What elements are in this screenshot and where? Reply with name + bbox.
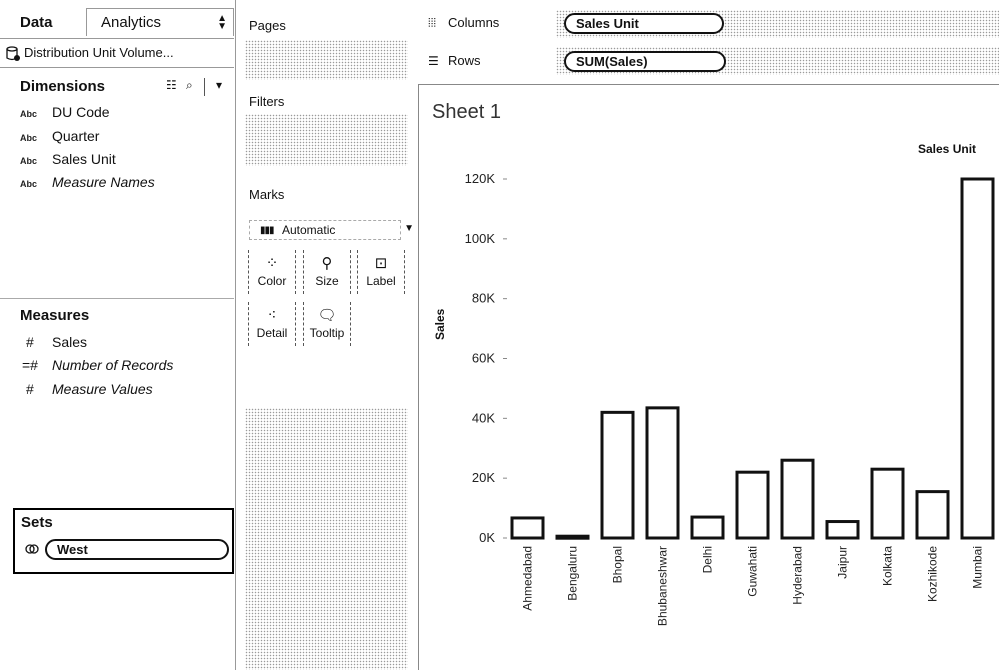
y-tick-label: 100K [465,231,496,246]
x-tick-label: Bhubaneshwar [656,546,670,626]
bar [555,534,590,540]
x-tick-label: Guwahati [746,546,760,597]
x-tick-label: Hyderabad [791,546,805,605]
x-tick-label: Ahmedabad [521,546,535,611]
y-tick-label: 80K [472,291,495,306]
bar [645,406,680,540]
bar [510,516,545,540]
bar [690,515,725,540]
bar [780,458,815,540]
bar [915,490,950,540]
bar [600,410,635,540]
y-tick-label: 40K [472,410,495,425]
x-tick-label: Kolkata [881,546,895,586]
x-tick-label: Delhi [701,546,715,573]
bar [960,177,995,540]
x-tick-label: Jaipur [836,546,850,579]
x-tick-label: Bengaluru [566,546,580,601]
y-tick-label: 20K [472,470,495,485]
y-tick-label: 60K [472,351,495,366]
x-tick-label: Mumbai [971,546,985,589]
bar [735,470,770,540]
x-tick-label: Kozhikode [926,546,940,602]
bar [825,520,860,540]
x-tick-label: Bhopal [611,546,625,583]
bar [870,467,905,540]
y-tick-label: 0K [479,530,495,545]
y-tick-label: 120K [465,171,496,186]
bar-chart: 0K 20K 40K 60K 80K 100K 120K Ahmedabad Bengaluru… [465,171,995,626]
